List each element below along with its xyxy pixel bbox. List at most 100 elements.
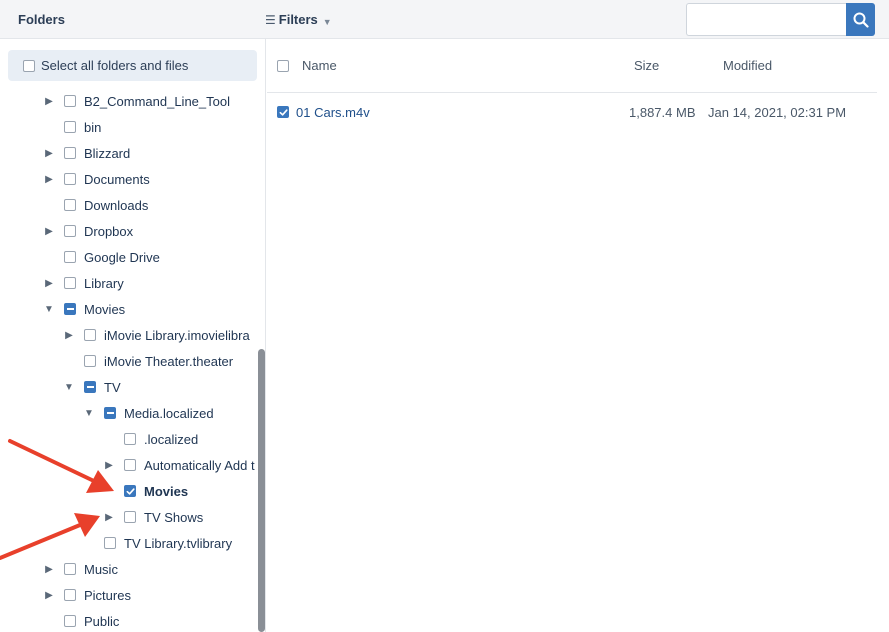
- expand-right-icon[interactable]: ▶: [44, 96, 54, 107]
- tree-checkbox[interactable]: [64, 251, 76, 263]
- tree-item-label: Music: [84, 561, 118, 577]
- tree-item-label: Movies: [144, 483, 189, 499]
- expand-down-icon[interactable]: ▼: [84, 408, 94, 419]
- search-button[interactable]: [846, 3, 875, 36]
- tree-item-label: iMovie Theater.theater: [104, 353, 234, 369]
- tree-checkbox[interactable]: [64, 563, 76, 575]
- tree-checkbox[interactable]: [64, 95, 76, 107]
- tree-item-label: .localized: [144, 431, 199, 447]
- tree-item-media-localized[interactable]: ▼ Media.localized: [84, 400, 214, 426]
- tree-item-blizzard[interactable]: ▶ Blizzard: [44, 140, 130, 166]
- tree-item-label: Documents: [84, 171, 150, 187]
- column-size-header[interactable]: Size: [634, 58, 659, 73]
- select-all-label: Select all folders and files: [41, 58, 189, 73]
- expand-right-icon[interactable]: ▶: [44, 174, 54, 185]
- file-panel: Name Size Modified 01 Cars.m4v 1,887.4 MB…: [267, 39, 889, 632]
- expand-down-icon[interactable]: ▼: [64, 382, 74, 393]
- expand-right-icon[interactable]: ▶: [104, 460, 114, 471]
- tree-item-bin[interactable]: bin: [44, 114, 101, 140]
- tree-item-public[interactable]: Public: [44, 608, 119, 632]
- tree-checkbox[interactable]: [104, 407, 116, 419]
- expand-right-icon[interactable]: ▶: [44, 564, 54, 575]
- tree-item-imovie-theater-theater[interactable]: iMovie Theater.theater: [64, 348, 233, 374]
- tree-item-label: Media.localized: [124, 405, 214, 421]
- tree-item-downloads[interactable]: Downloads: [44, 192, 148, 218]
- tree-checkbox[interactable]: [64, 277, 76, 289]
- tree-checkbox[interactable]: [64, 589, 76, 601]
- file-row[interactable]: 01 Cars.m4v 1,887.4 MB Jan 14, 2021, 02:31…: [267, 99, 877, 125]
- tree-item-label: Movies: [84, 301, 126, 317]
- toolbar: Folders ☰ Filters ▼: [0, 0, 889, 39]
- tree-checkbox[interactable]: [64, 121, 76, 133]
- select-all-files-checkbox[interactable]: [277, 60, 289, 72]
- select-all-row[interactable]: Select all folders and files: [8, 50, 257, 81]
- tree-item-tv-library-tvlibrary[interactable]: TV Library.tvlibrary: [84, 530, 232, 556]
- tree-item-automatically-add-t[interactable]: ▶ Automatically Add t: [104, 452, 255, 478]
- tree-item-movies[interactable]: ▼ Movies: [44, 296, 125, 322]
- tree-item-tv-shows[interactable]: ▶ TV Shows: [104, 504, 203, 530]
- caret-down-icon: ▼: [322, 16, 332, 27]
- tree-item-label: Pictures: [84, 587, 131, 603]
- tree-checkbox[interactable]: [64, 173, 76, 185]
- select-all-checkbox[interactable]: [23, 59, 35, 72]
- expand-down-icon[interactable]: ▼: [44, 304, 54, 315]
- tree-item-tv[interactable]: ▼ TV: [64, 374, 121, 400]
- tree-item-b2-command-line-tool[interactable]: ▶ B2_Command_Line_Tool: [44, 88, 230, 114]
- list-icon: ☰: [265, 12, 276, 27]
- file-modified: Jan 14, 2021, 02:31 PM: [708, 105, 847, 120]
- expand-right-icon[interactable]: ▶: [104, 512, 114, 523]
- filters-label: Filters: [278, 12, 318, 27]
- tree-checkbox[interactable]: [64, 615, 76, 627]
- tree-checkbox[interactable]: [64, 199, 76, 211]
- tree-item-label: TV Library.tvlibrary: [124, 535, 233, 551]
- expand-right-icon[interactable]: ▶: [44, 278, 54, 289]
- expand-right-icon[interactable]: ▶: [64, 330, 74, 341]
- tree-item-dropbox[interactable]: ▶ Dropbox: [44, 218, 133, 244]
- tree-checkbox[interactable]: [124, 485, 136, 497]
- tree-item-pictures[interactable]: ▶ Pictures: [44, 582, 131, 608]
- tree-checkbox[interactable]: [64, 147, 76, 159]
- tree-item-label: bin: [84, 119, 102, 135]
- tree-item-label: Google Drive: [84, 249, 160, 265]
- tree-checkbox[interactable]: [84, 381, 96, 393]
- tree-item-label: Downloads: [84, 197, 149, 213]
- tree-checkbox[interactable]: [84, 355, 96, 367]
- expand-right-icon[interactable]: ▶: [44, 148, 54, 159]
- tree-item-label: Blizzard: [84, 145, 131, 161]
- tree-scrollbar[interactable]: [258, 349, 265, 632]
- tree-item-label: Automatically Add t: [144, 457, 255, 473]
- file-list-header: Name Size Modified: [267, 39, 877, 93]
- tree-item-movies[interactable]: Movies: [104, 478, 188, 504]
- tree-checkbox[interactable]: [64, 225, 76, 237]
- tree-checkbox[interactable]: [104, 537, 116, 549]
- file-size: 1,887.4 MB: [629, 105, 696, 120]
- folder-panel: Select all folders and files ▶ B2_Command…: [0, 39, 266, 632]
- tree-checkbox[interactable]: [124, 459, 136, 471]
- tree-item-localized[interactable]: .localized: [104, 426, 198, 452]
- tree-checkbox[interactable]: [84, 329, 96, 341]
- expand-right-icon[interactable]: ▶: [44, 590, 54, 601]
- tree-item-label: TV Shows: [144, 509, 204, 525]
- tree-checkbox[interactable]: [124, 433, 136, 445]
- tree-item-label: iMovie Library.imovielibra: [104, 327, 250, 343]
- expand-right-icon[interactable]: ▶: [44, 226, 54, 237]
- tree-item-label: B2_Command_Line_Tool: [84, 93, 230, 109]
- tree-item-google-drive[interactable]: Google Drive: [44, 244, 160, 270]
- file-name[interactable]: 01 Cars.m4v: [296, 105, 370, 120]
- tree-checkbox[interactable]: [124, 511, 136, 523]
- tree-item-library[interactable]: ▶ Library: [44, 270, 124, 296]
- tree-checkbox[interactable]: [64, 303, 76, 315]
- tree-item-music[interactable]: ▶ Music: [44, 556, 118, 582]
- column-name-header[interactable]: Name: [302, 58, 337, 73]
- tree-item-imovie-library-imovielibra[interactable]: ▶ iMovie Library.imovielibra: [64, 322, 250, 348]
- filters-dropdown[interactable]: ☰ Filters ▼: [265, 12, 332, 27]
- tree-item-label: Dropbox: [84, 223, 134, 239]
- column-modified-header[interactable]: Modified: [723, 58, 772, 73]
- tree-item-label: Public: [84, 613, 120, 629]
- tree-item-label: Library: [84, 275, 124, 291]
- folders-title: Folders: [18, 12, 65, 27]
- file-checkbox[interactable]: [277, 106, 289, 118]
- tree-item-documents[interactable]: ▶ Documents: [44, 166, 150, 192]
- search-input[interactable]: [686, 3, 846, 36]
- search-icon: [853, 12, 869, 28]
